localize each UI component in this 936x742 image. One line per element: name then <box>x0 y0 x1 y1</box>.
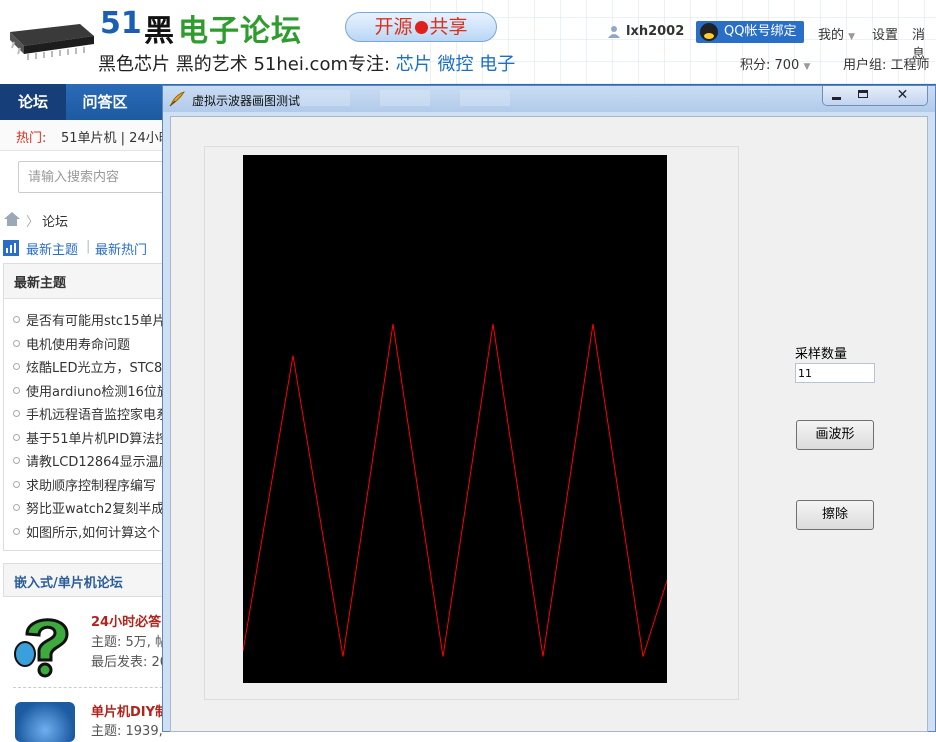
tagline-link-mcu[interactable]: 微控 <box>438 54 474 75</box>
bullet-icon <box>13 339 20 347</box>
chevron-right-icon: 〉 <box>26 215 40 230</box>
breadcrumb-forum[interactable]: 论坛 <box>42 211 68 230</box>
board-stats-diy: 主题: 1939, <box>91 724 163 739</box>
bullet-icon <box>13 363 20 370</box>
logo-black-char[interactable]: 黑 <box>144 6 174 50</box>
usergroup-link[interactable]: 用户组: 工程师 <box>843 54 930 73</box>
topic-item[interactable]: 是否有可能用stc15单片 <box>13 310 166 329</box>
topic-item[interactable]: 基于51单片机PID算法控 <box>13 428 168 447</box>
app-feather-icon[interactable] <box>169 91 185 107</box>
draw-waveform-button[interactable]: 画波形 <box>796 420 874 450</box>
topic-item[interactable]: 努比亚watch2复刻半成品 <box>13 498 177 517</box>
user-icon <box>608 26 620 38</box>
nav-tab-qa[interactable]: 问答区 <box>66 84 144 120</box>
board-stats-24h: 主题: 5万, 帖 <box>91 635 169 650</box>
titlebar-glass <box>300 90 520 106</box>
home-icon[interactable] <box>4 212 20 226</box>
topic-item[interactable]: 炫酷LED光立方，STC8H <box>13 357 172 376</box>
close-icon: ✕ <box>896 87 909 103</box>
nav-tab-forum[interactable]: 论坛 <box>0 84 66 120</box>
topic-title: 炫酷LED光立方，STC8H <box>26 361 173 376</box>
topic-item[interactable]: 求助顺序控制程序编写 <box>13 475 156 494</box>
topic-title: 手机远程语音监控家电系 <box>26 408 170 423</box>
my-label: 我的 <box>818 28 845 43</box>
maximize-icon <box>858 90 868 98</box>
topic-item[interactable]: 请教LCD12864显示温度 <box>13 451 172 470</box>
bullet-icon <box>13 480 20 488</box>
logo-number[interactable]: 51 <box>100 6 142 41</box>
waveform-line <box>243 323 667 657</box>
oscilloscope-canvas <box>243 155 667 683</box>
slogan-badge: 开源 共享 <box>345 12 497 42</box>
bullet-icon <box>13 527 20 535</box>
maximize-button[interactable] <box>850 86 877 105</box>
minimize-button[interactable] <box>823 86 851 105</box>
slogan-left: 开源 <box>374 16 413 38</box>
sample-count-input[interactable] <box>795 363 875 383</box>
chevron-down-icon: ▼ <box>848 32 856 42</box>
erase-button[interactable]: 擦除 <box>796 500 874 530</box>
tagline: 黑色芯片 黑的艺术 51hei.com专注: 芯片 微控 电子 <box>98 50 515 76</box>
topic-title: 电机使用寿命问题 <box>26 337 131 353</box>
dialog-title: 虚拟示波器画图测试 <box>192 94 301 108</box>
window-controls: ✕ <box>822 86 928 106</box>
topic-title: 努比亚watch2复刻半成品 <box>26 502 178 517</box>
my-menu-link[interactable]: 我的 ▼ <box>818 24 855 43</box>
bullet-icon <box>13 316 20 323</box>
bullet-icon <box>13 504 20 511</box>
tagline-prefix: 黑色芯片 黑的艺术 51hei.com专注: <box>98 54 391 75</box>
board-last-post-24h: 最后发表: 20 <box>91 655 169 670</box>
topic-item[interactable]: 如图所示,如何计算这个 <box>13 522 160 541</box>
points-menu[interactable]: 积分: 700 ▼ <box>740 54 810 73</box>
points-label: 积分: 700 <box>740 58 800 73</box>
tab-latest-topics[interactable]: 最新主题 <box>26 239 78 258</box>
logo-forum-name[interactable]: 电子论坛 <box>178 6 302 50</box>
diy-board-icon[interactable] <box>15 702 75 742</box>
qq-bind-label: QQ帐号绑定 <box>724 24 797 39</box>
username-link[interactable]: lxh2002 <box>626 24 684 39</box>
bullet-icon <box>13 433 20 441</box>
red-dot-icon <box>414 21 428 34</box>
qq-penguin-icon <box>700 23 718 41</box>
bullet-icon <box>13 410 20 417</box>
topic-item[interactable]: 电机使用寿命问题 <box>13 334 130 353</box>
minimize-icon <box>832 97 841 100</box>
topic-title: 如图所示,如何计算这个 <box>26 525 161 541</box>
hot-label: 热门: <box>16 131 47 146</box>
slogan-right: 共享 <box>429 16 468 38</box>
topic-title: 使用ardiuno检测16位旋 <box>26 384 170 400</box>
board-divider <box>13 687 173 688</box>
tagline-link-chip[interactable]: 芯片 <box>396 54 432 75</box>
chevron-down-icon: ▼ <box>803 62 811 72</box>
topic-title: 是否有可能用stc15单片 <box>26 314 166 329</box>
bullet-icon <box>13 386 20 394</box>
topic-item[interactable]: 手机远程语音监控家电系 <box>13 404 169 423</box>
tab-latest-hot[interactable]: 最新热门 <box>95 239 147 258</box>
tagline-link-electronics[interactable]: 电子 <box>479 54 515 75</box>
topic-title: 基于51单片机PID算法控 <box>26 431 169 447</box>
topic-item[interactable]: 使用ardiuno检测16位旋 <box>13 381 170 400</box>
chip-logo-icon[interactable] <box>2 18 98 62</box>
sample-count-label: 采样数量 <box>795 347 848 362</box>
qq-bind-button[interactable]: QQ帐号绑定 <box>696 21 804 43</box>
board-section-title[interactable]: 嵌入式/单片机论坛 <box>14 572 123 591</box>
hot-links[interactable]: 51单片机 | 24小时 <box>61 127 172 146</box>
close-button[interactable]: ✕ <box>876 86 927 105</box>
tab-separator: | <box>86 239 91 254</box>
bar-chart-icon <box>3 240 19 256</box>
latest-topics-title: 最新主题 <box>14 276 67 291</box>
settings-link[interactable]: 设置 <box>872 24 898 43</box>
bullet-icon <box>13 457 20 464</box>
question-mark-icon[interactable] <box>13 608 81 678</box>
topic-title: 求助顺序控制程序编写 <box>26 478 157 494</box>
topic-title: 请教LCD12864显示温度 <box>26 455 172 470</box>
